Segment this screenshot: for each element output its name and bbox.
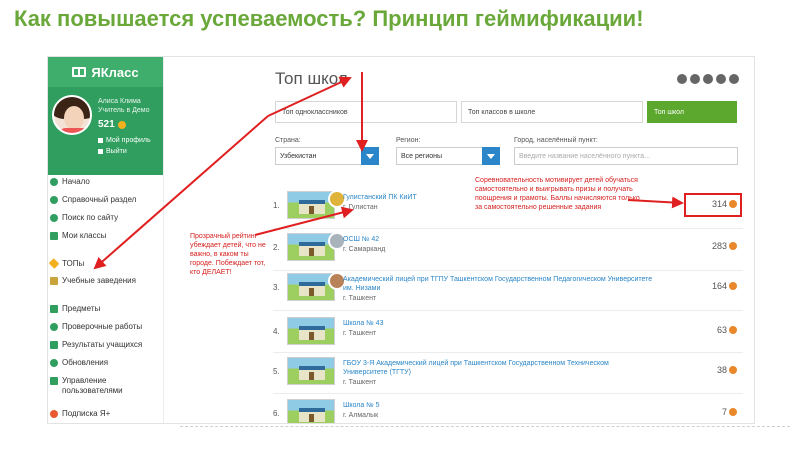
annotation-right: Соревновательность мотивирует детей обуч…	[475, 177, 640, 211]
table-row[interactable]: 2. ОСШ № 42 г. Самарканд 283	[273, 229, 743, 267]
my-profile-link[interactable]: Мой профиль	[98, 137, 151, 144]
gear-icon	[98, 138, 103, 143]
school-image	[287, 357, 335, 385]
book-icon	[50, 305, 58, 313]
help-icon	[50, 196, 58, 204]
home-icon	[50, 178, 58, 186]
score-highlight-box	[684, 193, 742, 217]
school-score: 63	[717, 325, 737, 335]
book-icon	[72, 67, 87, 77]
sidebar-item-classes[interactable]: Мои классы	[48, 231, 106, 245]
coin-icon	[117, 120, 126, 129]
sidebar-item-home[interactable]: Начало	[48, 177, 90, 191]
logout-link[interactable]: Выйти	[98, 148, 127, 155]
table-row[interactable]: 4. Школа № 43 г. Ташкент 63	[273, 313, 743, 351]
screenshot-frame: ЯКласс Алиса Клима Учитель в Демо 521 Мо…	[47, 56, 755, 424]
coin-icon	[729, 242, 737, 250]
sidebar-item-subscription[interactable]: Подписка Я+	[48, 409, 110, 423]
annotation-left: Прозрачный рейтинг убеждает детей, что н…	[190, 233, 266, 276]
divider	[180, 426, 790, 427]
school-score: 7	[722, 407, 737, 417]
top-tabs: Топ одноклассников Топ классов в школе Т…	[275, 101, 741, 123]
tab-classes[interactable]: Топ классов в школе	[461, 101, 643, 123]
logout-icon	[98, 149, 103, 154]
points-value: 521	[98, 119, 115, 130]
school-score: 38	[717, 365, 737, 375]
slide-title: Как повышается успеваемость? Принцип гей…	[14, 6, 644, 31]
star-icon	[48, 258, 60, 269]
refresh-icon	[50, 359, 58, 367]
user-name: Алиса Клима	[98, 98, 141, 105]
sidebar-item-search[interactable]: Поиск по сайту	[48, 213, 118, 227]
school-city: г. Ташкент	[343, 379, 377, 386]
share-icon[interactable]	[703, 74, 713, 84]
sidebar-item-tests[interactable]: Проверочные работы	[48, 322, 142, 336]
user-info: Алиса Клима Учитель в Демо	[98, 97, 149, 115]
region-select[interactable]: Все регионы	[396, 147, 500, 165]
region-label: Регион:	[396, 137, 421, 144]
school-image	[287, 317, 335, 345]
country-select[interactable]: Узбекистан	[275, 147, 379, 165]
chevron-down-icon[interactable]	[361, 147, 379, 165]
school-image	[287, 232, 346, 261]
school-image	[287, 272, 346, 301]
sidebar-item-schools[interactable]: Учебные заведения	[48, 276, 136, 290]
school-image	[287, 399, 335, 423]
school-city: г. Алмалык	[343, 412, 379, 419]
city-input[interactable]: Введите название населённого пункта...	[514, 147, 738, 165]
school-city: г. Ташкент	[343, 330, 377, 337]
subscription-icon	[50, 410, 58, 418]
points-counter: 521	[98, 119, 126, 130]
divider	[273, 393, 743, 394]
brand-name: ЯКласс	[91, 64, 139, 80]
chevron-down-icon[interactable]	[482, 147, 500, 165]
manage-icon	[50, 377, 58, 385]
sidebar-item-tops[interactable]: ТОПы	[48, 258, 84, 273]
sidebar-item-manage-users[interactable]: Управление пользователями	[48, 376, 158, 398]
sidebar: ЯКласс Алиса Клима Учитель в Демо 521 Мо…	[48, 57, 164, 423]
users-icon	[50, 232, 58, 240]
sidebar-item-updates[interactable]: Обновления	[48, 358, 108, 372]
school-city: г. Гулистан	[343, 204, 378, 211]
tab-classmates[interactable]: Топ одноклассников	[275, 101, 457, 123]
table-row[interactable]: 6. Школа № 5 г. Алмалык 7	[273, 395, 743, 423]
school-image	[287, 190, 346, 219]
school-score: 283	[712, 241, 737, 251]
coin-icon	[729, 366, 737, 374]
brand-logo[interactable]: ЯКласс	[48, 57, 163, 87]
sidebar-item-results[interactable]: Результаты учащихся	[48, 340, 142, 354]
table-row[interactable]: 5. ГБОУ 3-Я Академический лицей при Ташк…	[273, 353, 743, 391]
tab-schools[interactable]: Топ школ	[647, 101, 737, 123]
share-icon[interactable]	[677, 74, 687, 84]
table-row[interactable]: 3. Академический лицей при ТГПУ Ташкентс…	[273, 269, 743, 307]
divider	[273, 310, 743, 311]
city-label: Город, населённый пункт:	[514, 137, 598, 144]
share-icon[interactable]	[716, 74, 726, 84]
share-icon[interactable]	[690, 74, 700, 84]
building-icon	[50, 277, 58, 285]
coin-icon	[729, 282, 737, 290]
coin-icon	[729, 326, 737, 334]
check-icon	[50, 323, 58, 331]
sidebar-item-subjects[interactable]: Предметы	[48, 304, 100, 318]
avatar[interactable]	[52, 95, 92, 135]
results-icon	[50, 341, 58, 349]
school-city: г. Ташкент	[343, 295, 377, 302]
school-score: 164	[712, 281, 737, 291]
search-icon	[50, 214, 58, 222]
school-name-link[interactable]: Академический лицей при ТГПУ Ташкентском…	[343, 275, 653, 293]
school-name-link[interactable]: Школа № 5	[343, 401, 653, 410]
school-name-link[interactable]: ОСШ № 42	[343, 235, 653, 244]
coin-icon	[729, 408, 737, 416]
profile-panel: Алиса Клима Учитель в Демо 521 Мой профи…	[48, 87, 163, 175]
social-icons	[677, 74, 739, 84]
share-icon[interactable]	[729, 74, 739, 84]
school-name-link[interactable]: ГБОУ 3-Я Академический лицей при Ташкент…	[343, 359, 653, 377]
school-city: г. Самарканд	[343, 246, 386, 253]
user-role: Учитель в Демо	[98, 107, 150, 114]
country-label: Страна:	[275, 137, 301, 144]
sidebar-item-help[interactable]: Справочный раздел	[48, 195, 136, 209]
school-name-link[interactable]: Школа № 43	[343, 319, 653, 328]
page-title: Топ школ	[275, 69, 348, 88]
